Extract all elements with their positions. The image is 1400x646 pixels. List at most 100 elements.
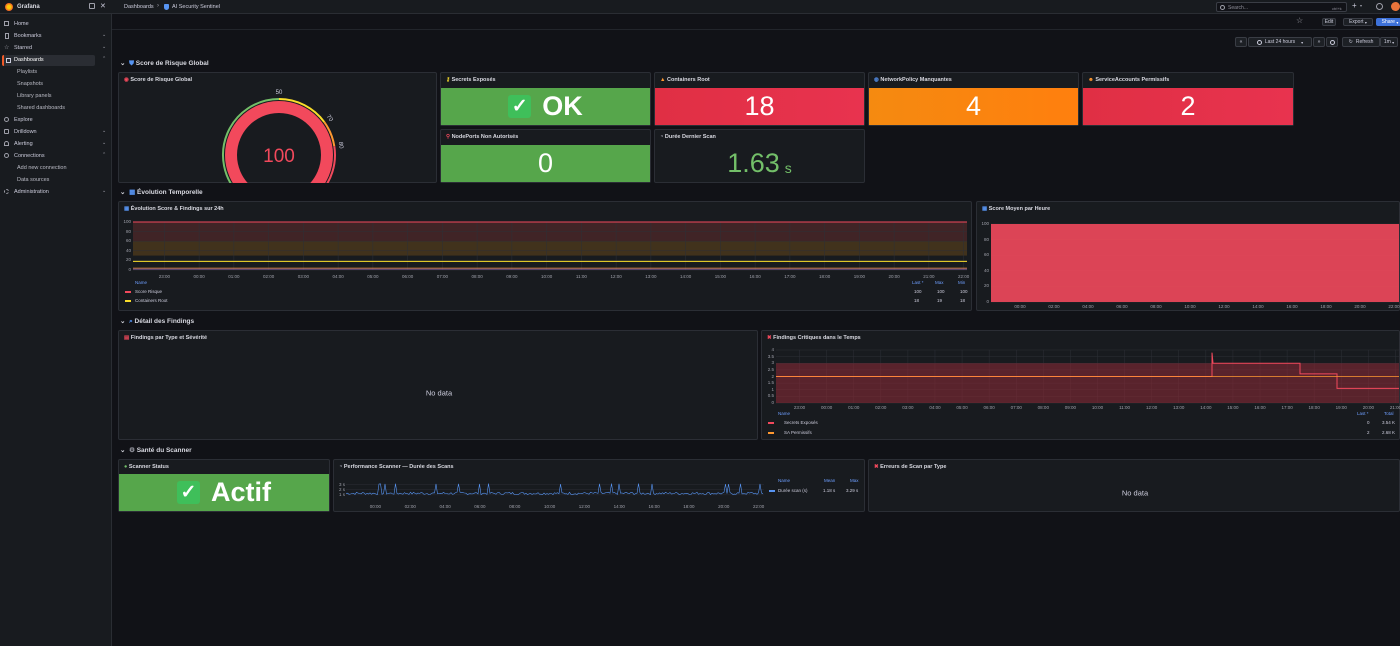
x-tick-label: 15:00	[714, 274, 727, 279]
y-tick-label: 40	[125, 247, 131, 253]
x-tick-label: 12:00	[1146, 405, 1158, 410]
check-icon: ✓	[508, 95, 532, 118]
panel-network-policy[interactable]: ◍ NetworkPolicy Manquantes 4	[868, 72, 1079, 126]
row-header-scanner[interactable]: ⌄ ⚙ Santé du Scanner	[120, 446, 192, 454]
grafana-logo-icon[interactable]	[5, 3, 13, 11]
dock-menu-icon[interactable]	[89, 3, 95, 9]
sidebar-item-data-sources[interactable]: Data sources	[17, 177, 49, 183]
close-menu-icon[interactable]: ✕	[100, 2, 106, 10]
sidebar-item-label: Starred	[14, 44, 33, 51]
panel-secrets[interactable]: ⚷ Secrets Exposés ✓ OK	[440, 72, 651, 126]
chevron-down-icon[interactable]: ▾	[1360, 3, 1362, 8]
y-tick-label: 4	[771, 347, 774, 352]
panel-avg-score[interactable]: ▦ Score Moyen par Heure 00:00 02:00 04:00 0…	[976, 201, 1400, 311]
home-icon	[4, 21, 9, 26]
sidebar-item-playlists[interactable]: Playlists	[17, 69, 37, 75]
x-tick-label: 09:00	[506, 274, 518, 279]
sidebar-item-connections[interactable]: Connections ⌃	[0, 151, 112, 161]
sidebar-item-explore[interactable]: Explore	[0, 115, 112, 125]
refresh-button[interactable]: ↻ Refresh	[1342, 37, 1380, 47]
check-icon: ✓	[177, 481, 200, 504]
x-tick-label: 17:00	[1281, 405, 1293, 410]
share-button[interactable]: Share ▾	[1376, 18, 1400, 26]
gauge-tick-label: 80	[337, 142, 344, 150]
chart-icon: ▦	[982, 206, 988, 212]
refresh-interval-select[interactable]: 1m ▾	[1380, 37, 1398, 47]
x-tick-label: 03:00	[297, 274, 310, 279]
chevron-down-icon[interactable]: ⌄	[102, 188, 106, 194]
chevron-down-icon[interactable]: ⌄	[102, 44, 106, 50]
sidebar-item-alerting[interactable]: Alerting ⌄	[0, 139, 112, 149]
chevron-down-icon[interactable]: ⌄	[102, 32, 106, 38]
plus-icon[interactable]: +	[1352, 1, 1357, 10]
sidebar-item-label: Home	[14, 20, 29, 27]
x-tick-label: 13:00	[645, 274, 657, 279]
time-back-button[interactable]: «	[1235, 37, 1247, 47]
y-tick-label: 40	[983, 267, 989, 273]
x-tick-label: 00:00	[193, 274, 205, 279]
sidebar-item-add-connection[interactable]: Add new connection	[17, 165, 67, 171]
panel-scanner-performance[interactable]: ◔ Performance Scanner — Durée des Scans …	[333, 459, 865, 512]
chevron-down-icon[interactable]: ⌄	[102, 128, 106, 134]
x-tick-label: 12:00	[578, 504, 591, 509]
y-axis: 100 80 60 40 20 0	[977, 218, 991, 304]
y-tick-label: 20	[983, 283, 989, 289]
sidebar-item-label: Alerting	[14, 140, 33, 147]
panel-title-text: Performance Scanner — Durée des Scans	[343, 464, 454, 470]
chevron-down-icon[interactable]: ⌄	[102, 140, 106, 146]
export-button[interactable]: Export ▾	[1343, 18, 1373, 26]
refresh-label: Refresh	[1355, 39, 1374, 45]
panel-title: ⚷ Secrets Exposés	[446, 77, 496, 83]
clock-icon	[1256, 39, 1262, 45]
y-tick-label: 2.5	[767, 366, 774, 372]
sidebar-item-shared-dashboards[interactable]: Shared dashboards	[17, 105, 65, 111]
refresh-icon: ↻	[1348, 39, 1353, 45]
breadcrumb-dashboards[interactable]: Dashboards	[124, 4, 154, 10]
row-header-evolution[interactable]: ⌄ ▦ Évolution Temporelle	[120, 188, 203, 196]
panel-evolution-timeseries[interactable]: ▦ Évolution Score & Findings sur 24h 23:…	[118, 201, 972, 311]
panel-containers-root[interactable]: ▲ Containers Root 18	[654, 72, 865, 126]
chart-icon: ▦	[124, 206, 130, 212]
panel-scan-duration[interactable]: ◔ Durée Dernier Scan 1.63 s	[654, 129, 865, 183]
status-dot-icon: ●	[124, 464, 128, 470]
panel-scan-errors[interactable]: ✖ Erreurs de Scan par Type No data	[868, 459, 1400, 512]
series-duree-scan	[345, 483, 764, 496]
legend-table: Name Mean Max Durée scan (s) 1.18 s 3.29 s	[766, 478, 864, 498]
time-forward-button[interactable]: »	[1313, 37, 1325, 47]
sidebar-item-drilldown[interactable]: Drilldown ⌄	[0, 127, 112, 137]
no-data-message: No data	[425, 388, 453, 398]
sidebar-item-dashboards[interactable]: Dashboards	[2, 55, 95, 66]
y-tick-label: 0.5	[767, 393, 774, 399]
chevron-up-icon[interactable]: ⌃	[102, 152, 106, 158]
star-icon[interactable]: ☆	[1296, 16, 1303, 25]
panel-service-accounts[interactable]: ☻ ServiceAccounts Permissifs 2	[1082, 72, 1294, 126]
sidebar-item-library-panels[interactable]: Library panels	[17, 93, 52, 99]
user-avatar[interactable]	[1391, 2, 1400, 11]
legend-last: 0	[1367, 420, 1370, 425]
sidebar-item-home[interactable]: Home	[0, 19, 112, 29]
sidebar-item-bookmarks[interactable]: Bookmarks ⌄	[0, 31, 112, 41]
panel-critical-findings[interactable]: ✖ Findings Critiques dans le Temps 23:00…	[761, 330, 1400, 440]
panel-scanner-status[interactable]: ● Scanner Status ✓ Actif	[118, 459, 330, 512]
avg-score-chart	[991, 223, 1399, 303]
sidebar-item-starred[interactable]: ☆ Starred ⌄	[0, 43, 112, 53]
panel-title-text: Containers Root	[666, 77, 710, 83]
chevron-up-icon[interactable]: ⌃	[102, 56, 106, 62]
search-input[interactable]: Search... ctrl+k	[1216, 2, 1347, 12]
panel-risk-score-gauge[interactable]: ◉ Score de Risque Global 0507080100100	[118, 72, 437, 183]
x-tick-label: 04:00	[929, 405, 941, 410]
panel-nodeports[interactable]: ⚲ NodePorts Non Autorisés 0	[440, 129, 651, 183]
x-tick-label: 23:00	[793, 405, 806, 410]
panel-findings-by-type[interactable]: ▤ Findings par Type et Sévérité No data	[118, 330, 758, 440]
zoom-out-button[interactable]	[1326, 37, 1338, 47]
chart-icon: ▦	[129, 189, 136, 196]
edit-button[interactable]: Edit	[1322, 18, 1336, 26]
sidebar-item-snapshots[interactable]: Snapshots	[17, 81, 43, 87]
time-picker[interactable]: Last 24 hours ▾	[1248, 37, 1312, 47]
x-tick-label: 14:00	[679, 274, 692, 279]
breadcrumb-current[interactable]: AI Security Sentinel	[172, 4, 220, 10]
sidebar-item-administration[interactable]: Administration ⌄	[0, 187, 112, 197]
row-header-findings[interactable]: ⌄ ⌕ Détail des Findings	[120, 317, 194, 326]
help-icon[interactable]	[1376, 3, 1383, 10]
row-header-score[interactable]: ⌄ ⛊ Score de Risque Global	[120, 59, 209, 68]
